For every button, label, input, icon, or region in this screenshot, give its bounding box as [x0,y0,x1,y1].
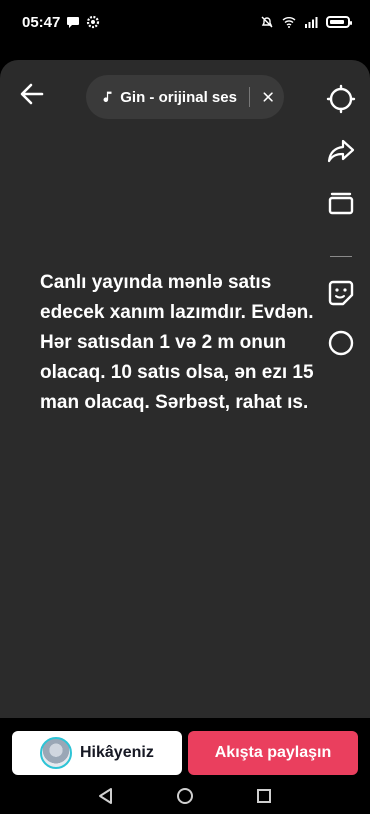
caption-line: olacaq. 10 satıs olsa, ən ezı 15 [40,362,314,383]
sticker-icon[interactable] [326,278,356,308]
nav-back-icon[interactable] [96,786,116,806]
templates-icon[interactable] [326,188,356,218]
music-note-icon [103,91,112,103]
sound-chip[interactable]: Gin - orijinal ses [86,75,284,119]
your-story-button[interactable]: Hikâyeniz [12,731,182,775]
close-icon[interactable] [262,89,274,105]
nav-home-icon[interactable] [175,786,195,806]
mute-bell-icon [261,16,273,28]
bottom-bar: Hikâyeniz Akışta paylaşın [0,718,370,814]
wifi-icon [282,17,296,28]
caption-line: Canlı yayında mənlə satıs [40,272,272,293]
signal-icon [305,17,318,28]
chip-divider [248,87,250,107]
caption-line: edecek xanım lazımdır. Evdən. [40,302,314,323]
caption-line: Hər satısdan 1 və 2 m onun [40,332,287,353]
caption-text[interactable]: Canlı yayında mənlə satıs edecek xanım l… [40,268,330,418]
your-story-label: Hikâyeniz [80,744,154,761]
back-arrow-icon[interactable] [18,80,46,108]
filter-icon[interactable] [326,84,356,114]
avatar [40,737,72,769]
chat-bubble-icon [67,17,80,28]
battery-icon [326,16,352,28]
nav-recents-icon[interactable] [254,786,274,806]
circle-tool-icon[interactable] [326,328,356,358]
settings-gear-icon [87,15,100,29]
status-time: 05:47 [22,13,61,31]
sound-label: Gin - orijinal ses [120,88,237,106]
editor-canvas[interactable]: Gin - orijinal ses Canlı yayında mənlə s… [0,60,370,718]
share-arrow-icon[interactable] [326,136,356,166]
toolbar-divider [330,256,352,257]
status-bar: 05:47 [0,0,370,44]
caption-line: man olacaq. Sərbəst, rahat ıs. [40,392,309,413]
share-to-feed-button[interactable]: Akışta paylaşın [188,731,358,775]
